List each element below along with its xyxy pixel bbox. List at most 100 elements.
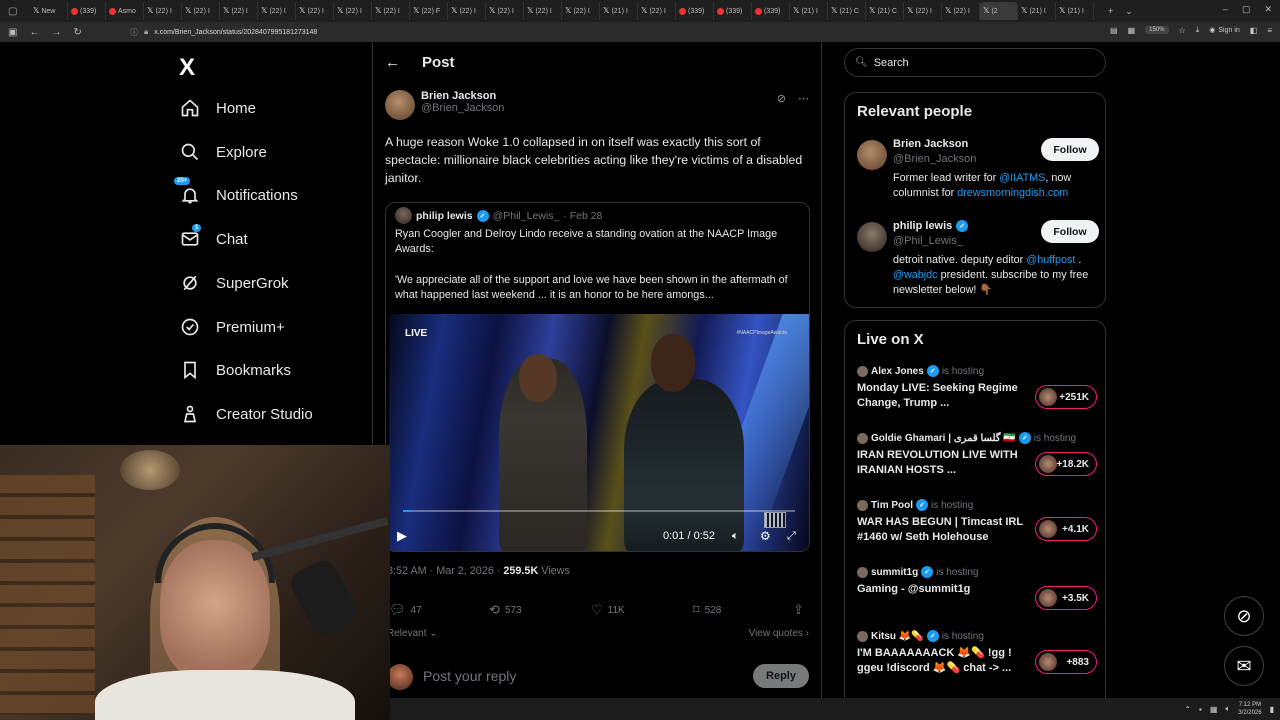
post-author[interactable]: Brien Jackson @Brien_Jackson: [385, 90, 504, 120]
browser-tab[interactable]: 𝕏 (21) I: [1018, 2, 1056, 20]
browser-tab[interactable]: 𝕏 (22) I: [904, 2, 942, 20]
browser-tab[interactable]: 𝕏 (21) I: [600, 2, 638, 20]
browser-tab[interactable]: 𝕏 (22) I: [448, 2, 486, 20]
view-quotes-link[interactable]: View quotes ›: [749, 628, 809, 639]
download-icon[interactable]: ⤓: [1196, 25, 1200, 35]
browser-tab[interactable]: 𝕏 (22) I: [144, 2, 182, 20]
clock[interactable]: 7:12 PM 3/2/2026: [1238, 701, 1261, 717]
live-item[interactable]: summit1g ✓ is hosting Gaming - @summit1g +…: [857, 566, 1097, 616]
forward-icon[interactable]: →: [51, 27, 61, 38]
grok-icon[interactable]: ⊘: [777, 92, 786, 105]
browser-tab[interactable]: 𝕏 (22) I: [334, 2, 372, 20]
bio-link[interactable]: @huffpost: [1026, 254, 1075, 266]
reload-icon[interactable]: ↻: [73, 27, 81, 38]
live-item[interactable]: Alex Jones ✓ is hosting Monday LIVE: Seeki…: [857, 365, 1097, 415]
network-icon[interactable]: ▦: [1210, 705, 1218, 714]
menu-icon[interactable]: ≡: [1267, 26, 1272, 35]
live-item[interactable]: Tim Pool ✓ is hosting WAR HAS BEGUN | Timc…: [857, 499, 1097, 549]
browser-tab[interactable]: (339): [676, 2, 714, 20]
live-listener-count[interactable]: +18.2K: [1035, 452, 1097, 476]
settings-icon[interactable]: ⚙: [760, 529, 771, 543]
browser-tab[interactable]: (339): [714, 2, 752, 20]
repost-button[interactable]: ⟲ 573: [489, 602, 522, 618]
follow-button[interactable]: Follow: [1041, 220, 1099, 243]
browser-tab[interactable]: 𝕏 (22) I: [524, 2, 562, 20]
browser-tab[interactable]: 𝕏 (21) C: [828, 2, 866, 20]
sidebar-item-supergrok[interactable]: SuperGrok: [180, 273, 289, 293]
new-tab-icon[interactable]: +: [1108, 6, 1113, 17]
browser-tab[interactable]: 𝕏 (22) I: [372, 2, 410, 20]
extension-icon[interactable]: ◧: [1250, 26, 1258, 35]
bookmark-button[interactable]: ⌑ 528: [693, 602, 721, 618]
avatar[interactable]: [385, 90, 415, 120]
live-item[interactable]: Kitsu 🦊💊 ✓ is hosting I'M BAAAAAAACK 🦊💊 !g…: [857, 630, 1097, 680]
play-icon[interactable]: ▶: [397, 528, 407, 544]
person-card[interactable]: philip lewis ✓ @Phil_Lewis_ detroit nativ…: [857, 220, 1099, 300]
follow-button[interactable]: Follow: [1041, 138, 1099, 161]
browser-tab[interactable]: 𝕏 (21) C: [866, 2, 904, 20]
star-icon[interactable]: ☆: [1179, 26, 1186, 35]
reader-icon[interactable]: ▤: [1110, 26, 1118, 35]
person-handle[interactable]: @Phil_Lewis_: [893, 235, 963, 247]
quote-author-name[interactable]: philip lewis: [416, 210, 473, 222]
close-window-icon[interactable]: ✕: [1264, 4, 1272, 15]
back-icon[interactable]: ←: [29, 27, 39, 38]
avatar[interactable]: [857, 140, 887, 170]
live-listener-count[interactable]: +3.5K: [1035, 586, 1097, 610]
volume-icon[interactable]: 🔈︎: [732, 530, 739, 543]
sort-dropdown[interactable]: Relevant ⌄: [387, 628, 438, 639]
sidebar-item-creator-studio[interactable]: Creator Studio: [180, 404, 313, 424]
sidebar-item-premium[interactable]: Premium+: [180, 317, 285, 337]
person-name[interactable]: philip lewis ✓: [893, 220, 969, 232]
sidebar-item-chat[interactable]: 1 Chat: [180, 224, 248, 249]
bio-link[interactable]: drewsmorningdish.com: [957, 187, 1068, 199]
browser-tab[interactable]: (339): [68, 2, 106, 20]
browser-tab[interactable]: (339): [752, 2, 790, 20]
like-button[interactable]: ♡ 11K: [591, 602, 625, 618]
quoted-post[interactable]: philip lewis ✓ @Phil_Lewis_ · Feb 28 Rya…: [385, 202, 810, 552]
browser-tab[interactable]: 𝕏 (22) I: [220, 2, 258, 20]
live-listener-count[interactable]: +251K: [1035, 385, 1097, 409]
person-handle[interactable]: @Brien_Jackson: [893, 153, 976, 165]
bio-link[interactable]: @IIATMS: [999, 172, 1045, 184]
browser-tab[interactable]: 𝕏 (22) I: [638, 2, 676, 20]
x-logo[interactable]: X: [179, 54, 195, 82]
minimize-icon[interactable]: –: [1223, 4, 1228, 15]
browser-tab[interactable]: 𝕏 (22) I: [258, 2, 296, 20]
quote-author-handle[interactable]: @Phil_Lewis_: [493, 210, 560, 222]
sidebar-item-notifications[interactable]: 20+ Notifications: [174, 177, 298, 205]
quote-date[interactable]: · Feb 28: [563, 210, 602, 222]
share-button[interactable]: ⇪: [793, 602, 804, 618]
sidebar-item-home[interactable]: Home: [180, 98, 256, 118]
info-icon[interactable]: ⓘ: [130, 27, 138, 38]
person-name[interactable]: Brien Jackson: [893, 138, 968, 150]
url-text[interactable]: x.com/Brien_Jackson/status/2028407995181…: [154, 29, 317, 36]
post-timestamp[interactable]: 8:52 AM · Mar 2, 2026 ·: [387, 565, 503, 577]
notification-center-icon[interactable]: ▮: [1270, 705, 1274, 714]
browser-tab[interactable]: 𝕏 (21) I: [790, 2, 828, 20]
browser-tab[interactable]: 𝕏 (22) I: [562, 2, 600, 20]
restore-icon[interactable]: ▢: [1242, 4, 1251, 15]
video-progress-bar[interactable]: [403, 510, 795, 512]
video-player[interactable]: LIVE #NAACPImageAwards ▶ 0:01 / 0:52 🔈︎ …: [389, 314, 809, 551]
reply-button[interactable]: 💬︎ 47: [389, 602, 422, 618]
tray-chevron-icon[interactable]: ⌃: [1184, 705, 1191, 714]
browser-tab[interactable]: 𝕏 (21) I: [1056, 2, 1094, 20]
messages-fab-button[interactable]: ✉: [1224, 646, 1264, 686]
sidebar-toggle-icon[interactable]: ▣: [8, 27, 17, 38]
volume-icon[interactable]: 🔈︎: [1225, 704, 1230, 714]
fullscreen-icon[interactable]: ⤢: [787, 530, 796, 543]
browser-tab[interactable]: 𝕏 (22) I: [942, 2, 980, 20]
reply-submit-button[interactable]: Reply: [753, 664, 809, 688]
live-listener-count[interactable]: +883: [1035, 650, 1097, 674]
author-handle[interactable]: @Brien_Jackson: [421, 102, 504, 114]
zoom-level[interactable]: 150%: [1145, 26, 1169, 34]
browser-tab[interactable]: 𝕏 (22) I: [296, 2, 334, 20]
sidebar-item-explore[interactable]: Explore: [180, 142, 267, 162]
tab-dropdown-icon[interactable]: ⌄: [1125, 6, 1133, 17]
person-card[interactable]: Brien Jackson @Brien_Jackson Former lead…: [857, 138, 1099, 203]
avatar[interactable]: [857, 222, 887, 252]
browser-tab[interactable]: Asmo: [106, 2, 144, 20]
grok-fab-button[interactable]: ⊘: [1224, 596, 1264, 636]
author-name[interactable]: Brien Jackson: [421, 90, 504, 102]
